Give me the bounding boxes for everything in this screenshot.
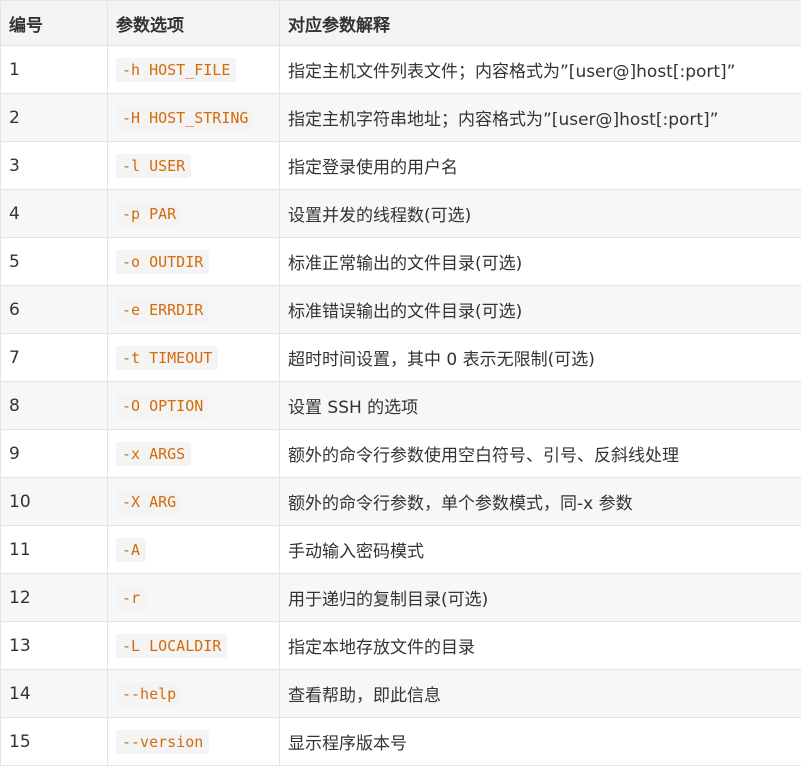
- row-number: 9: [0, 429, 108, 478]
- row-option-cell: --help: [107, 669, 280, 718]
- row-option-cell: -l USER: [107, 141, 280, 190]
- row-description: 超时时间设置，其中 0 表示无限制(可选): [279, 333, 801, 382]
- row-option-cell: -L LOCALDIR: [107, 621, 280, 670]
- row-description: 指定主机字符串地址；内容格式为”[user@]host[:port]”: [279, 93, 801, 142]
- row-description: 设置并发的线程数(可选): [279, 189, 801, 238]
- table-row: 1 -h HOST_FILE 指定主机文件列表文件；内容格式为”[user@]h…: [0, 45, 801, 94]
- table-row: 6 -e ERRDIR 标准错误输出的文件目录(可选): [0, 285, 801, 334]
- row-number: 12: [0, 573, 108, 622]
- row-number: 8: [0, 381, 108, 430]
- table-row: 3 -l USER 指定登录使用的用户名: [0, 141, 801, 190]
- row-number: 15: [0, 717, 108, 766]
- header-option: 参数选项: [107, 0, 280, 46]
- row-number: 3: [0, 141, 108, 190]
- options-table: 编号 参数选项 对应参数解释 1 -h HOST_FILE 指定主机文件列表文件…: [0, 0, 801, 766]
- table-row: 4 -p PAR 设置并发的线程数(可选): [0, 189, 801, 238]
- option-code: -o OUTDIR: [116, 249, 210, 274]
- row-number: 13: [0, 621, 108, 670]
- option-code: --version: [116, 729, 210, 754]
- row-description: 额外的命令行参数，单个参数模式，同-x 参数: [279, 477, 801, 526]
- row-description: 设置 SSH 的选项: [279, 381, 801, 430]
- row-number: 6: [0, 285, 108, 334]
- table-row: 11 -A 手动输入密码模式: [0, 525, 801, 574]
- table-row: 14 --help 查看帮助，即此信息: [0, 669, 801, 718]
- row-option-cell: --version: [107, 717, 280, 766]
- option-code: -H HOST_STRING: [116, 105, 255, 130]
- header-row: 编号 参数选项 对应参数解释: [0, 0, 801, 46]
- row-option-cell: -H HOST_STRING: [107, 93, 280, 142]
- table-row: 7 -t TIMEOUT 超时时间设置，其中 0 表示无限制(可选): [0, 333, 801, 382]
- row-number: 5: [0, 237, 108, 286]
- header-number: 编号: [0, 0, 108, 46]
- row-description: 指定登录使用的用户名: [279, 141, 801, 190]
- row-number: 14: [0, 669, 108, 718]
- row-description: 标准正常输出的文件目录(可选): [279, 237, 801, 286]
- row-option-cell: -p PAR: [107, 189, 280, 238]
- row-description: 查看帮助，即此信息: [279, 669, 801, 718]
- table-row: 15 --version 显示程序版本号: [0, 717, 801, 766]
- row-description: 显示程序版本号: [279, 717, 801, 766]
- table-row: 9 -x ARGS 额外的命令行参数使用空白符号、引号、反斜线处理: [0, 429, 801, 478]
- row-option-cell: -A: [107, 525, 280, 574]
- row-number: 10: [0, 477, 108, 526]
- row-description: 额外的命令行参数使用空白符号、引号、反斜线处理: [279, 429, 801, 478]
- row-description: 用于递归的复制目录(可选): [279, 573, 801, 622]
- row-description: 标准错误输出的文件目录(可选): [279, 285, 801, 334]
- row-description: 手动输入密码模式: [279, 525, 801, 574]
- row-number: 11: [0, 525, 108, 574]
- header-description: 对应参数解释: [279, 0, 801, 46]
- table-row: 2 -H HOST_STRING 指定主机字符串地址；内容格式为”[user@]…: [0, 93, 801, 142]
- row-number: 7: [0, 333, 108, 382]
- option-code: -h HOST_FILE: [116, 57, 237, 82]
- row-option-cell: -x ARGS: [107, 429, 280, 478]
- row-option-cell: -t TIMEOUT: [107, 333, 280, 382]
- option-code: -t TIMEOUT: [116, 345, 219, 370]
- option-code: -A: [116, 537, 147, 562]
- row-option-cell: -X ARG: [107, 477, 280, 526]
- row-option-cell: -r: [107, 573, 280, 622]
- row-option-cell: -h HOST_FILE: [107, 45, 280, 94]
- table-row: 10 -X ARG 额外的命令行参数，单个参数模式，同-x 参数: [0, 477, 801, 526]
- table-body: 1 -h HOST_FILE 指定主机文件列表文件；内容格式为”[user@]h…: [0, 45, 801, 766]
- row-option-cell: -o OUTDIR: [107, 237, 280, 286]
- option-code: -r: [116, 585, 147, 610]
- row-number: 1: [0, 45, 108, 94]
- option-code: -x ARGS: [116, 441, 192, 466]
- table-row: 13 -L LOCALDIR 指定本地存放文件的目录: [0, 621, 801, 670]
- option-code: --help: [116, 681, 183, 706]
- option-code: -e ERRDIR: [116, 297, 210, 322]
- row-option-cell: -e ERRDIR: [107, 285, 280, 334]
- row-option-cell: -O OPTION: [107, 381, 280, 430]
- option-code: -p PAR: [116, 201, 183, 226]
- option-code: -L LOCALDIR: [116, 633, 228, 658]
- row-description: 指定主机文件列表文件；内容格式为”[user@]host[:port]”: [279, 45, 801, 94]
- row-number: 2: [0, 93, 108, 142]
- table-header: 编号 参数选项 对应参数解释: [0, 0, 801, 46]
- option-code: -X ARG: [116, 489, 183, 514]
- row-description: 指定本地存放文件的目录: [279, 621, 801, 670]
- row-number: 4: [0, 189, 108, 238]
- option-code: -l USER: [116, 153, 192, 178]
- table-row: 12 -r 用于递归的复制目录(可选): [0, 573, 801, 622]
- option-code: -O OPTION: [116, 393, 210, 418]
- table-row: 5 -o OUTDIR 标准正常输出的文件目录(可选): [0, 237, 801, 286]
- table-row: 8 -O OPTION 设置 SSH 的选项: [0, 381, 801, 430]
